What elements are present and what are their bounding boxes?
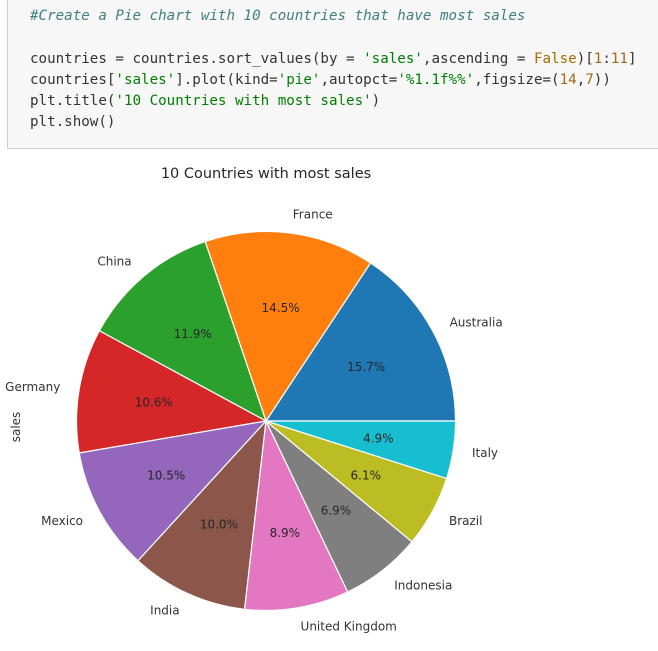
code-editor[interactable]: #Create a Pie chart with 10 countries th…	[30, 6, 637, 134]
cell-output: 10 Countries with most sales sales Austr…	[0, 152, 658, 646]
pie-pct-label: 14.5%	[262, 301, 300, 315]
pie-pct-label: 10.5%	[147, 468, 185, 482]
pie-pct-label: 4.9%	[363, 431, 394, 445]
pie-pct-label: 6.9%	[321, 504, 352, 518]
pie-pct-label: 8.9%	[270, 526, 301, 540]
pie-label: China	[97, 255, 131, 269]
pie-pct-label: 10.0%	[200, 517, 238, 531]
code-cell[interactable]: #Create a Pie chart with 10 countries th…	[7, 0, 658, 149]
pie-label: Brazil	[449, 514, 483, 528]
pie-chart: 10 Countries with most sales sales Austr…	[5, 166, 503, 634]
pie-slices	[75, 230, 457, 612]
code-line: plt.show()	[30, 114, 116, 131]
pie-label: France	[293, 207, 333, 221]
pie-label: Indonesia	[394, 578, 452, 592]
y-axis-label: sales	[9, 412, 23, 443]
chart-title: 10 Countries with most sales	[161, 166, 371, 182]
pie-label: Australia	[450, 315, 503, 329]
pie-label: Mexico	[41, 514, 83, 528]
pie-label: Germany	[5, 380, 60, 394]
pie-pct-label: 10.6%	[135, 396, 173, 410]
code-line: countries['sales'].plot(kind='pie',autop…	[30, 71, 611, 88]
pie-pct-label: 6.1%	[351, 468, 382, 482]
code-line: #Create a Pie chart with 10 countries th…	[30, 8, 526, 24]
pie-label: Italy	[472, 446, 498, 460]
pie-pct-label: 11.9%	[174, 327, 212, 341]
code-line: countries = countries.sort_values(by = '…	[30, 50, 637, 67]
code-line: plt.title('10 Countries with most sales'…	[30, 93, 381, 110]
pie-label: India	[150, 604, 179, 618]
pie-pct-label: 15.7%	[347, 360, 385, 374]
pie-label: United Kingdom	[301, 620, 397, 634]
